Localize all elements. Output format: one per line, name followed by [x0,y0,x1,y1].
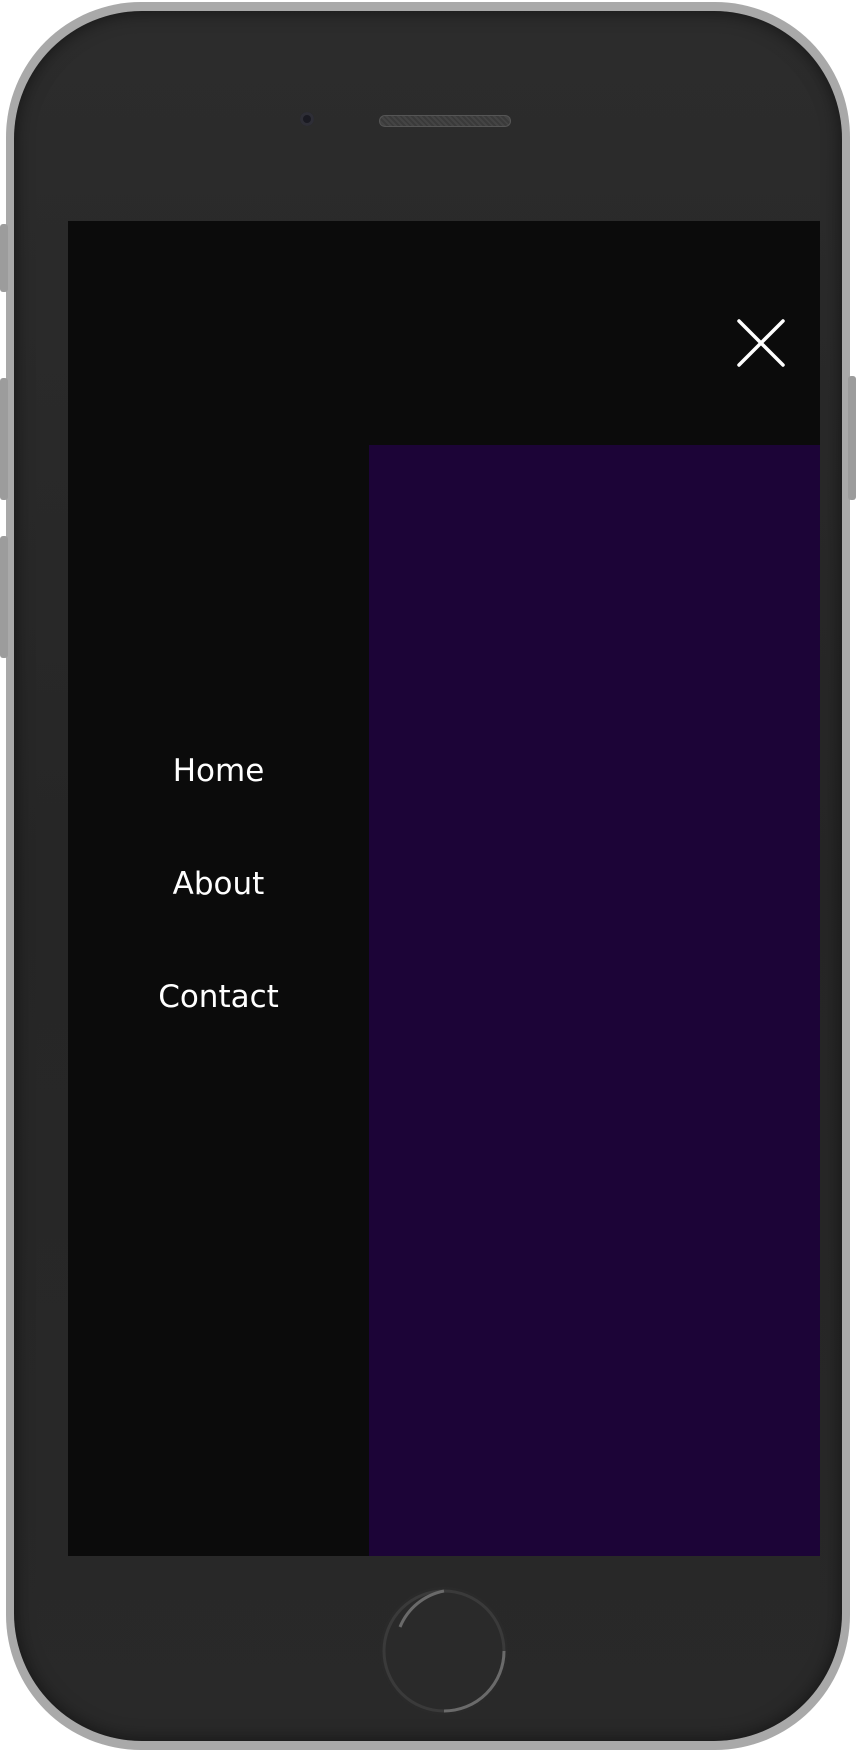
home-button-ring [382,1589,506,1713]
phone-frame: Home About Contact [0,2,856,1750]
mute-switch [0,224,8,292]
menu-item-contact[interactable]: Contact [68,977,369,1017]
earpiece-speaker [379,115,511,127]
menu-item-home[interactable]: Home [68,751,369,791]
close-menu-button[interactable] [733,315,789,371]
home-button[interactable] [380,1587,508,1715]
power-button [848,376,856,500]
phone-body: Home About Contact [14,11,842,1741]
menu-item-about[interactable]: About [68,864,369,904]
phone-screen: Home About Contact [68,221,820,1556]
volume-up-button [0,378,8,500]
front-camera [300,112,314,126]
side-menu: Home About Contact [68,751,369,1090]
content-panel [369,445,820,1556]
volume-down-button [0,536,8,658]
close-icon [737,319,785,367]
